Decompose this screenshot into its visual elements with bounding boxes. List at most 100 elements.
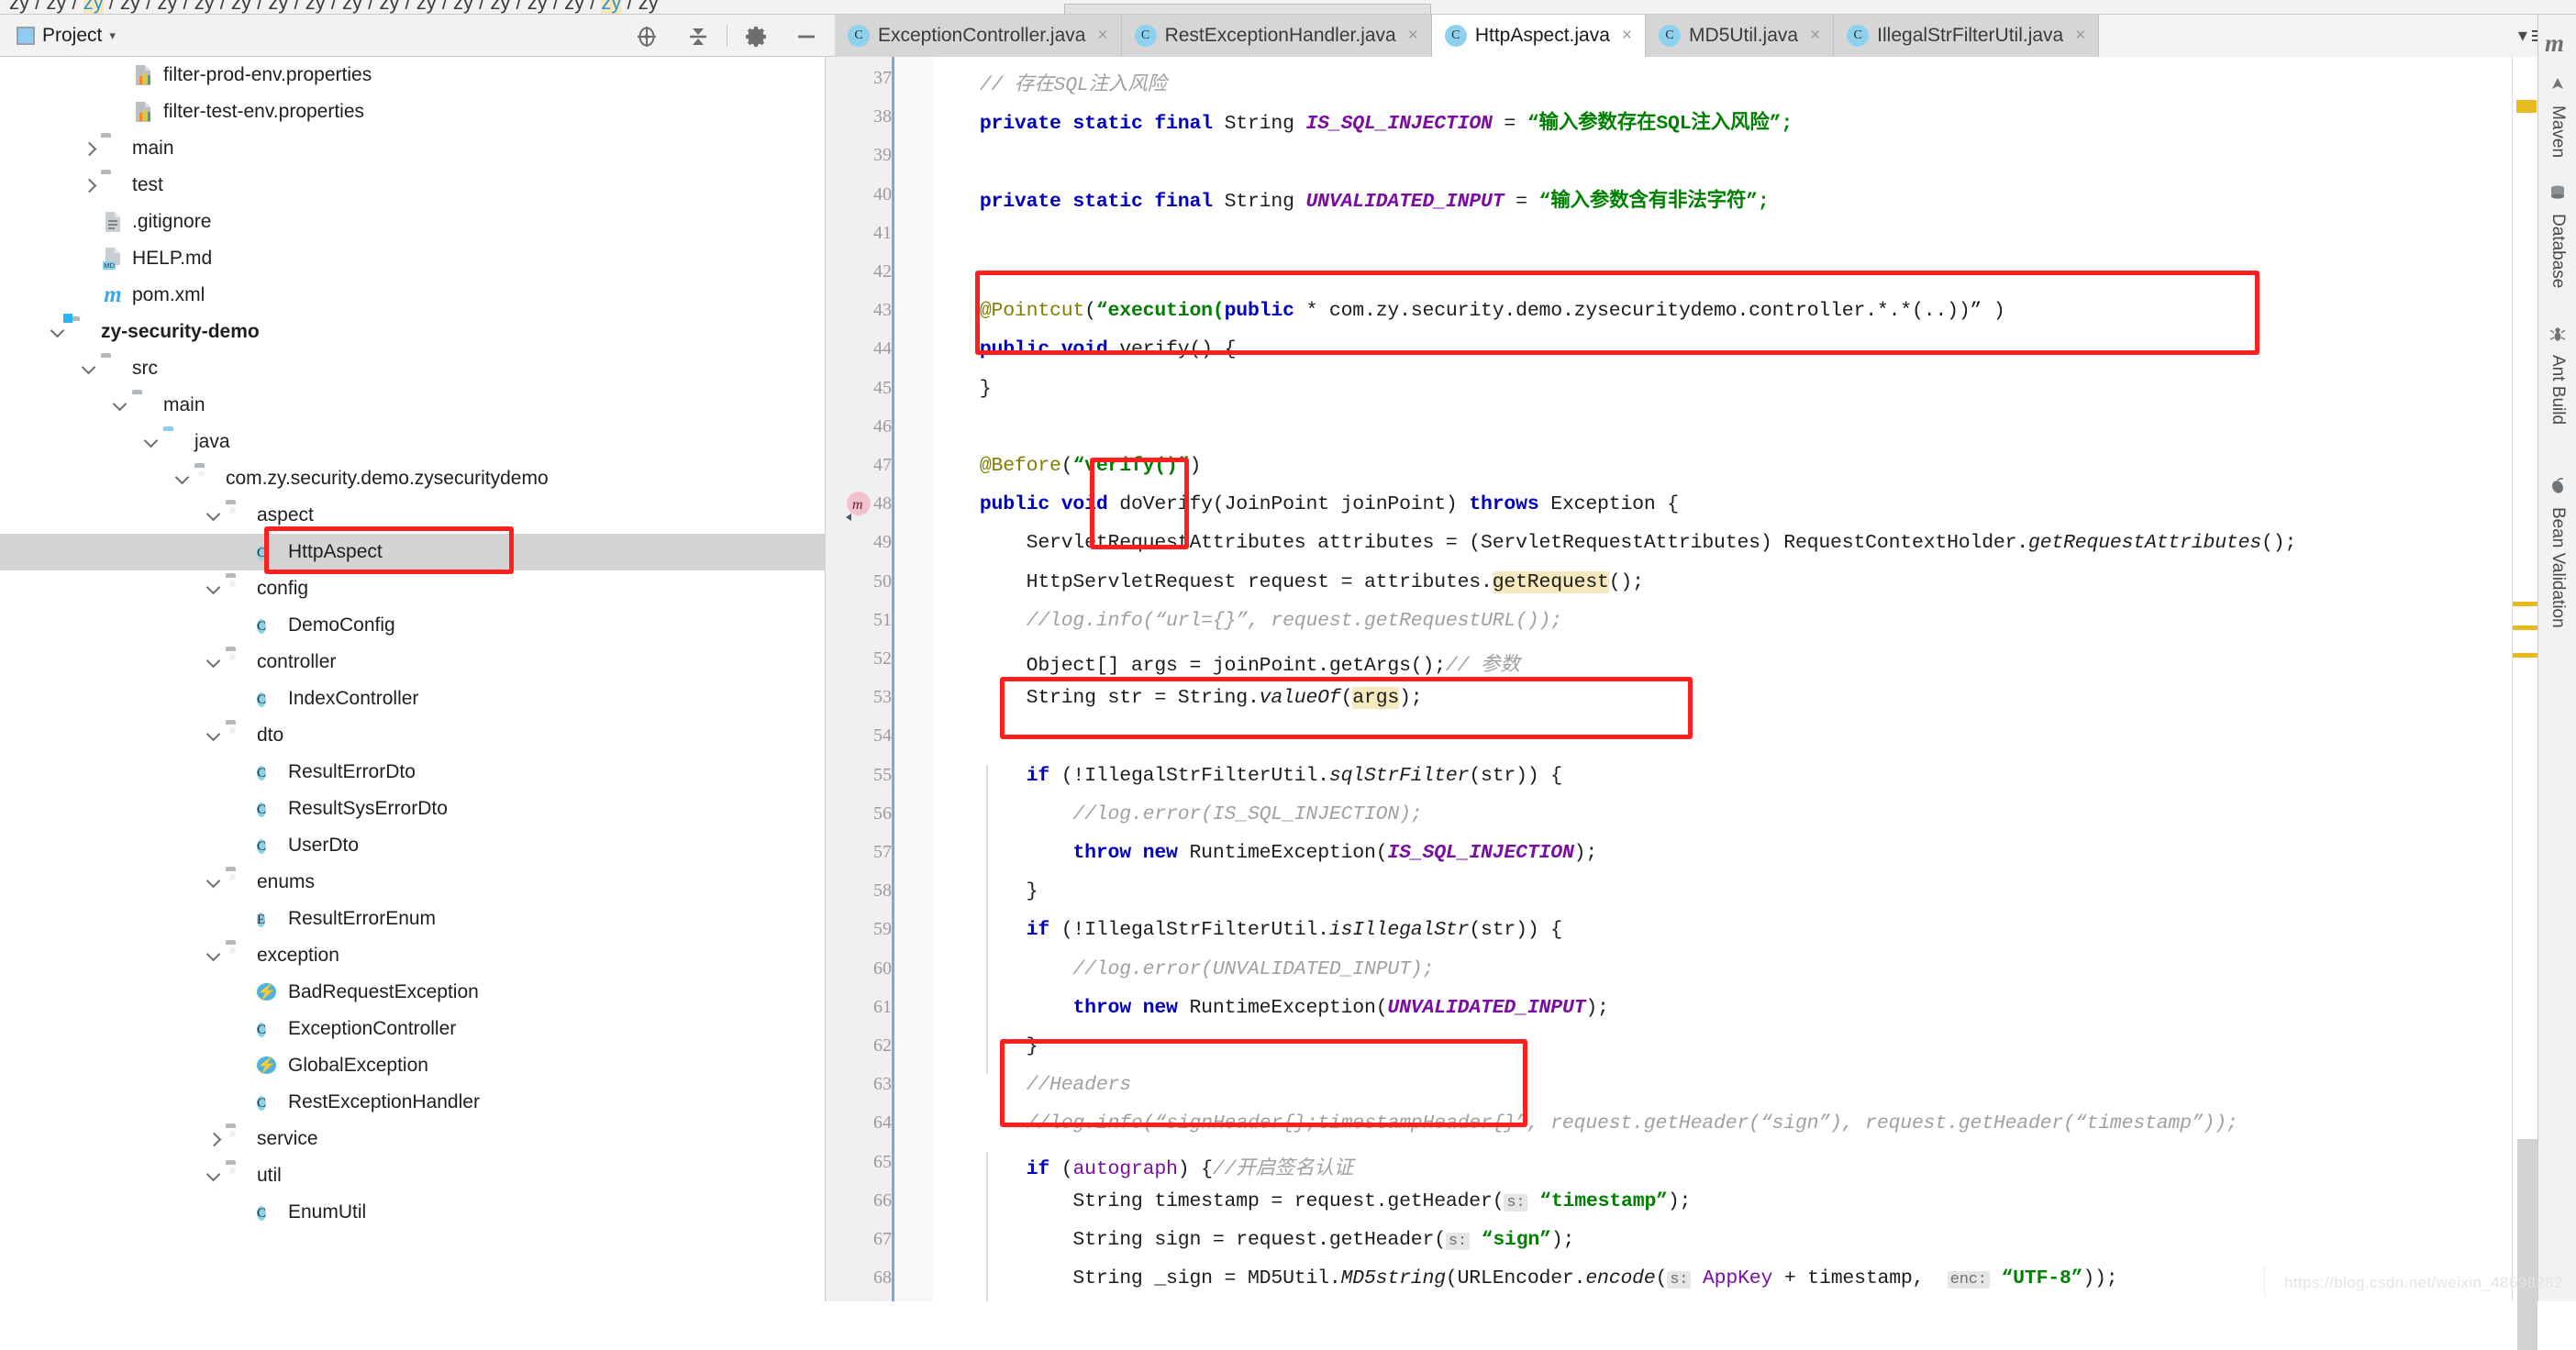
- marker-line[interactable]: [2513, 602, 2538, 606]
- editor-tab-restexceptionhandler[interactable]: C RestExceptionHandler.java ×: [1121, 15, 1432, 57]
- chevron-down-icon[interactable]: [202, 503, 226, 527]
- code-line[interactable]: @Pointcut(“execution(public * com.zy.sec…: [933, 300, 2005, 322]
- code-line[interactable]: //log.info(“url={}”, request.getRequestU…: [933, 610, 1563, 632]
- gear-icon[interactable]: [745, 25, 769, 49]
- tree-item-service[interactable]: service: [0, 1121, 826, 1157]
- tree-item-restexceptionhandler[interactable]: C RestExceptionHandler: [0, 1084, 826, 1121]
- code-line[interactable]: String _sign = MD5Util.MD5string(URLEnco…: [933, 1267, 2117, 1289]
- code-line[interactable]: //log.error(UNVALIDATED_INPUT);: [933, 958, 1434, 980]
- locate-icon[interactable]: [635, 25, 659, 49]
- minimize-icon[interactable]: [794, 25, 818, 49]
- code-line[interactable]: throw new RuntimeException(IS_SQL_INJECT…: [933, 842, 1597, 864]
- tree-item-com-zy-security-demo-zysecuritydemo[interactable]: com.zy.security.demo.zysecuritydemo: [0, 460, 826, 497]
- chevron-down-icon[interactable]: [202, 870, 226, 894]
- tree-item-java[interactable]: java: [0, 424, 826, 460]
- code-line[interactable]: throw new RuntimeException(UNVALIDATED_I…: [933, 997, 1609, 1019]
- tree-item-exception[interactable]: exception: [0, 937, 826, 974]
- code-line[interactable]: private static final String UNVALIDATED_…: [933, 184, 1770, 213]
- tree-item-pom-xml[interactable]: m pom.xml: [0, 277, 826, 314]
- editor-tab-httpaspect[interactable]: C HttpAspect.java ×: [1431, 15, 1647, 57]
- code-line[interactable]: if (!IllegalStrFilterUtil.isIllegalStr(s…: [933, 919, 1563, 941]
- chevron-down-icon[interactable]: [77, 357, 101, 381]
- code-line[interactable]: //log.error(IS_SQL_INJECTION);: [933, 803, 1422, 825]
- project-tree[interactable]: filter-prod-env.properties filter-test-en…: [0, 57, 826, 1301]
- tree-item-help-md[interactable]: MD HELP.md: [0, 240, 826, 277]
- editor-tab-exceptioncontroller[interactable]: C ExceptionController.java ×: [835, 15, 1122, 57]
- marker-line[interactable]: [2513, 653, 2538, 658]
- tree-item-filter-test-env-properties[interactable]: filter-test-env.properties: [0, 94, 826, 130]
- collapse-all-icon[interactable]: [686, 25, 710, 49]
- method-override-marker-icon[interactable]: m: [842, 490, 875, 523]
- tree-item-httpaspect[interactable]: C HttpAspect: [0, 534, 826, 570]
- code-line[interactable]: if (autograph) {//开启签名认证: [933, 1152, 1354, 1180]
- tree-item-userdto[interactable]: C UserDto: [0, 827, 826, 864]
- tool-tab-ant-build[interactable]: Ant Build: [2538, 325, 2576, 425]
- code-folding-column[interactable]: [894, 57, 991, 1301]
- marker-warning[interactable]: [2516, 100, 2537, 113]
- tree-item-src[interactable]: src: [0, 350, 826, 387]
- code-line[interactable]: public void doVerify(JoinPoint joinPoint…: [933, 493, 1679, 515]
- tree-item-dto[interactable]: dto: [0, 717, 826, 754]
- code-line[interactable]: String timestamp = request.getHeader(s: …: [933, 1190, 1691, 1212]
- editor-scrollbar-thumb[interactable]: [2517, 1139, 2537, 1350]
- code-line[interactable]: public void verify() {: [933, 338, 1237, 360]
- tree-item-main[interactable]: main: [0, 387, 826, 424]
- marker-line[interactable]: [2513, 625, 2538, 630]
- code-line[interactable]: String str = String.valueOf(args);: [933, 687, 1423, 710]
- tree-item-util[interactable]: util: [0, 1157, 826, 1194]
- tree-item-indexcontroller[interactable]: C IndexController: [0, 681, 826, 717]
- tree-item-controller[interactable]: controller: [0, 644, 826, 681]
- code-editor[interactable]: 37 38 39 40 41 42 43 44 45 46 47 48 49 50 51 52 53 54 55 56…: [826, 57, 2512, 1301]
- chevron-down-icon[interactable]: [202, 577, 226, 601]
- chevron-down-icon[interactable]: [202, 724, 226, 747]
- tree-item-resulterrordto[interactable]: C ResultErrorDto: [0, 754, 826, 791]
- code-line[interactable]: if (!IllegalStrFilterUtil.sqlStrFilter(s…: [933, 765, 1563, 787]
- code-line[interactable]: Object[] args = joinPoint.getArgs();// 参…: [933, 648, 1520, 677]
- tree-item-democonfig[interactable]: C DemoConfig: [0, 607, 826, 644]
- tree-item-enumutil[interactable]: C EnumUtil: [0, 1194, 826, 1231]
- tree-item-gitignore[interactable]: .gitignore: [0, 204, 826, 240]
- chevron-right-icon[interactable]: [202, 1127, 226, 1151]
- editor-tab-bar[interactable]: ▾ 4 C ExceptionController.java × C RestExcep…: [826, 15, 2576, 57]
- code-line[interactable]: ServletRequestAttributes attributes = (S…: [933, 532, 2297, 554]
- tree-item-resultsyserrordto[interactable]: C ResultSysErrorDto: [0, 791, 826, 827]
- editor-tab-illegalstrfilterutil[interactable]: C IllegalStrFilterUtil.java ×: [1834, 15, 2100, 57]
- chevron-down-icon[interactable]: [46, 320, 70, 344]
- tool-tab-maven[interactable]: Maven: [2538, 75, 2576, 158]
- chevron-right-icon[interactable]: [77, 137, 101, 160]
- tree-item-main[interactable]: main: [0, 130, 826, 167]
- project-view-selector[interactable]: Project ▾: [11, 22, 121, 50]
- tree-item-badrequestexception[interactable]: ⚡ BadRequestException: [0, 974, 826, 1011]
- code-line[interactable]: //log.info(“signHeader{};timestampHeader…: [933, 1112, 2238, 1134]
- tree-item-exceptioncontroller[interactable]: C ExceptionController: [0, 1011, 826, 1047]
- tree-item-filter-prod-env-properties[interactable]: filter-prod-env.properties: [0, 57, 826, 94]
- tree-item-test[interactable]: test: [0, 167, 826, 204]
- chevron-down-icon[interactable]: [202, 944, 226, 968]
- close-icon[interactable]: ×: [2075, 26, 2085, 46]
- close-icon[interactable]: ×: [1408, 26, 1418, 46]
- code-line[interactable]: HttpServletRequest request = attributes.…: [933, 570, 1644, 593]
- tree-item-enums[interactable]: enums: [0, 864, 826, 901]
- code-line[interactable]: private static final String IS_SQL_INJEC…: [933, 106, 1793, 135]
- chevron-down-icon[interactable]: [202, 1164, 226, 1188]
- code-line[interactable]: }: [933, 378, 992, 400]
- tree-item-zy-security-demo[interactable]: zy-security-demo: [0, 314, 826, 350]
- close-icon[interactable]: ×: [1810, 26, 1820, 46]
- chevron-right-icon[interactable]: [77, 173, 101, 197]
- tree-item-config[interactable]: config: [0, 570, 826, 607]
- code-line[interactable]: String sign = request.getHeader(s: “sign…: [933, 1229, 1574, 1251]
- editor-tab-md5util[interactable]: C MD5Util.java ×: [1646, 15, 1835, 57]
- chevron-down-icon[interactable]: [202, 650, 226, 674]
- chevron-down-icon[interactable]: [139, 430, 163, 454]
- error-stripe-marker-column[interactable]: [2512, 57, 2538, 1350]
- code-content[interactable]: // 存在SQL注入风险 private static final String…: [933, 57, 2512, 1301]
- tool-tab-bean-validation[interactable]: Bean Validation: [2538, 477, 2576, 628]
- right-tool-window-bar[interactable]: m Maven Database Ant Build Bean Validation: [2537, 15, 2576, 1301]
- tool-tab-database[interactable]: Database: [2538, 183, 2576, 288]
- code-line[interactable]: //Headers: [933, 1074, 1132, 1096]
- tree-item-globalexception[interactable]: ⚡ GlobalException: [0, 1047, 826, 1084]
- code-line[interactable]: // 存在SQL注入风险: [933, 68, 1167, 96]
- tree-item-resulterrorenum[interactable]: E ResultErrorEnum: [0, 901, 826, 937]
- chevron-down-icon[interactable]: [171, 467, 194, 491]
- close-icon[interactable]: ×: [1622, 26, 1632, 46]
